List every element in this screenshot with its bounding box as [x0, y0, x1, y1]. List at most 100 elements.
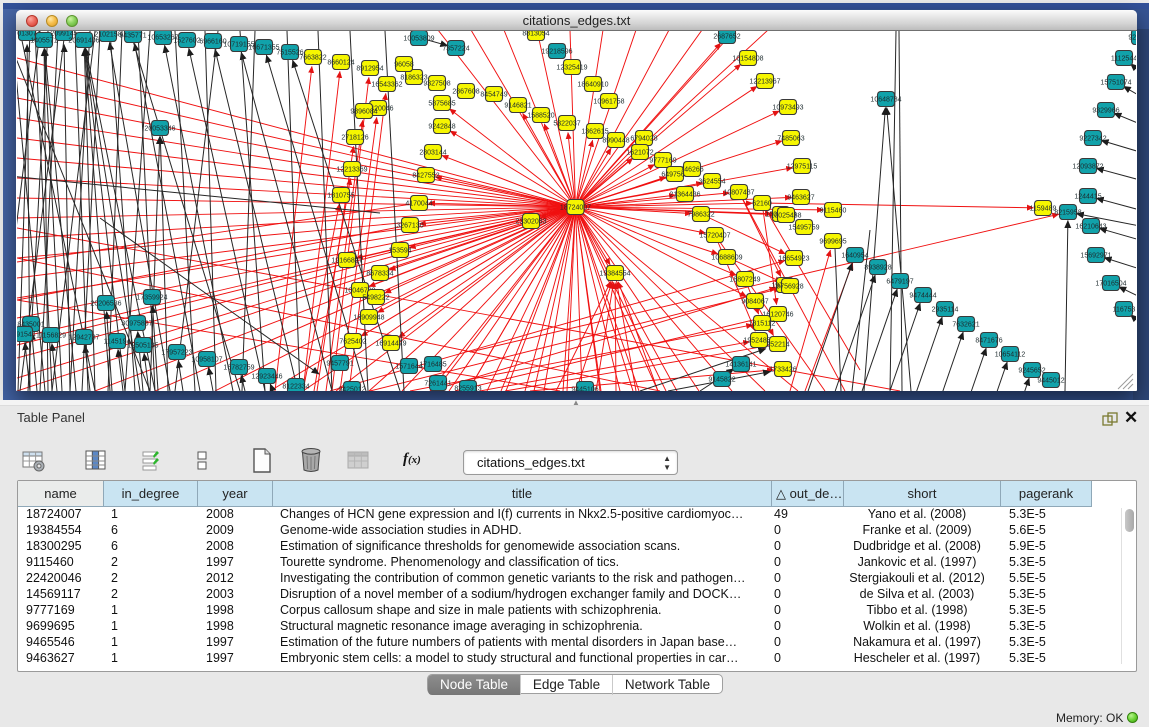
svg-text:10154808: 10154808 — [732, 56, 763, 63]
svg-text:1716485: 1716485 — [419, 362, 446, 369]
svg-text:10973493: 10973493 — [772, 105, 803, 112]
svg-text:9445012: 9445012 — [1037, 378, 1064, 385]
svg-text:12213369: 12213369 — [336, 167, 367, 174]
svg-text:8813054: 8813054 — [522, 31, 549, 38]
svg-text:6794028: 6794028 — [630, 136, 657, 143]
svg-text:5498222: 5498222 — [362, 295, 389, 302]
svg-text:18640910: 18640910 — [577, 82, 608, 89]
svg-text:2102158: 2102158 — [94, 32, 121, 39]
svg-text:9435771: 9435771 — [119, 33, 146, 40]
svg-text:12923446: 12923446 — [251, 374, 282, 381]
svg-text:7632621: 7632621 — [952, 322, 979, 329]
svg-text:16543362: 16543362 — [371, 82, 402, 89]
svg-text:8938928: 8938928 — [864, 265, 891, 272]
svg-text:4170044: 4170044 — [405, 201, 432, 208]
svg-text:9457791: 9457791 — [326, 361, 353, 368]
svg-text:12213967: 12213967 — [749, 79, 780, 86]
svg-text:9245652: 9245652 — [1018, 368, 1045, 375]
svg-text:12942737: 12942737 — [68, 335, 99, 342]
svg-text:7663822: 7663822 — [299, 55, 326, 62]
svg-text:1588520: 1588520 — [527, 113, 554, 120]
svg-text:924501: 924501 — [1128, 35, 1136, 42]
svg-text:1159489: 1159489 — [1030, 206, 1057, 213]
svg-text:16210643: 16210643 — [1075, 224, 1106, 231]
svg-text:12325419: 12325419 — [556, 65, 587, 72]
svg-text:1527602: 1527602 — [173, 38, 200, 45]
svg-text:1244415: 1244415 — [1074, 194, 1101, 201]
svg-text:252214: 252214 — [766, 342, 789, 349]
svg-text:7625402: 7625402 — [339, 339, 366, 346]
svg-text:6479197: 6479197 — [886, 279, 913, 286]
svg-text:8660124: 8660124 — [327, 60, 354, 67]
svg-text:12505135: 12505135 — [127, 343, 158, 350]
svg-text:9115460: 9115460 — [820, 208, 847, 215]
svg-text:17016504: 17016504 — [1095, 281, 1126, 288]
svg-text:9756928: 9756928 — [776, 284, 803, 291]
svg-text:746266: 746266 — [680, 167, 703, 174]
svg-text:17359924: 17359924 — [136, 295, 167, 302]
svg-text:9896084: 9896084 — [350, 109, 377, 116]
svg-text:5322037: 5322037 — [553, 121, 580, 128]
svg-text:12093872: 12093872 — [1072, 164, 1103, 171]
svg-text:96058: 96058 — [394, 62, 414, 69]
svg-text:16654923: 16654923 — [778, 256, 809, 263]
svg-text:21364436: 21364436 — [669, 192, 700, 199]
svg-text:10654112: 10654112 — [995, 352, 1026, 359]
svg-text:9474444: 9474444 — [909, 293, 936, 300]
svg-text:9146821: 9146821 — [504, 103, 531, 110]
svg-text:8186323: 8186323 — [400, 75, 427, 82]
svg-text:7485063: 7485063 — [777, 136, 804, 143]
svg-text:10961758: 10961758 — [593, 99, 624, 106]
svg-text:9445106: 9445106 — [571, 387, 598, 391]
svg-text:8471676: 8471676 — [975, 338, 1002, 345]
svg-text:8122334: 8122334 — [282, 384, 309, 391]
svg-text:23302033: 23302033 — [515, 219, 546, 226]
svg-text:20691406: 20691406 — [68, 38, 99, 45]
svg-text:8912954: 8912954 — [356, 66, 383, 73]
svg-text:1571644: 1571644 — [395, 364, 422, 371]
svg-text:18807249: 18807249 — [729, 277, 760, 284]
svg-text:8990448: 8990448 — [602, 138, 629, 145]
svg-text:18724007: 18724007 — [560, 205, 591, 212]
svg-text:15692971: 15692971 — [1080, 253, 1111, 260]
svg-text:9242848: 9242848 — [428, 124, 455, 131]
svg-text:9425012: 9425012 — [338, 387, 365, 391]
svg-text:9327508: 9327508 — [423, 81, 450, 88]
svg-text:15720407: 15720407 — [699, 233, 730, 240]
svg-text:7261441: 7261441 — [424, 381, 451, 388]
svg-text:1815112: 1815112 — [749, 321, 776, 328]
svg-text:19218596: 19218596 — [541, 49, 572, 56]
svg-text:7986322: 7986322 — [687, 212, 714, 219]
svg-text:9699695: 9699695 — [819, 239, 846, 246]
svg-text:1362615: 1362615 — [581, 129, 608, 136]
svg-text:2687652: 2687652 — [713, 34, 740, 41]
svg-text:5875685: 5875685 — [428, 101, 455, 108]
svg-text:10807487: 10807487 — [723, 190, 754, 197]
svg-text:9329966: 9329966 — [1092, 108, 1119, 115]
svg-text:16671355: 16671355 — [248, 45, 279, 52]
svg-text:16782759: 16782759 — [223, 365, 254, 372]
svg-text:1733426: 1733426 — [769, 367, 796, 374]
svg-text:3624554: 3624554 — [698, 179, 725, 186]
svg-text:8427552: 8427552 — [412, 173, 439, 180]
svg-text:9227342: 9227342 — [1079, 136, 1106, 143]
svg-text:1640954: 1640954 — [841, 253, 868, 260]
svg-text:3267130: 3267130 — [396, 223, 423, 230]
svg-text:1621072: 1621072 — [626, 150, 653, 157]
svg-text:9084067: 9084067 — [741, 299, 768, 306]
svg-text:2803144: 2803144 — [419, 150, 446, 157]
svg-text:14136141: 14136141 — [725, 362, 756, 369]
svg-text:2718126: 2718126 — [341, 135, 368, 142]
svg-text:10648784: 10648784 — [870, 97, 901, 104]
svg-text:12975115: 12975115 — [787, 164, 818, 171]
svg-text:16909948: 16909948 — [353, 315, 384, 322]
svg-text:1810755: 1810755 — [327, 193, 354, 200]
svg-text:17957223: 17957223 — [161, 350, 192, 357]
svg-text:9777169: 9777169 — [649, 158, 676, 165]
svg-text:7357224: 7357224 — [442, 46, 469, 53]
svg-text:116753: 116753 — [1113, 307, 1136, 314]
svg-text:1112544: 1112544 — [1111, 56, 1136, 63]
svg-text:9463627: 9463627 — [787, 195, 814, 202]
svg-text:19166827: 19166827 — [331, 258, 362, 265]
svg-text:8678334: 8678334 — [366, 271, 393, 278]
